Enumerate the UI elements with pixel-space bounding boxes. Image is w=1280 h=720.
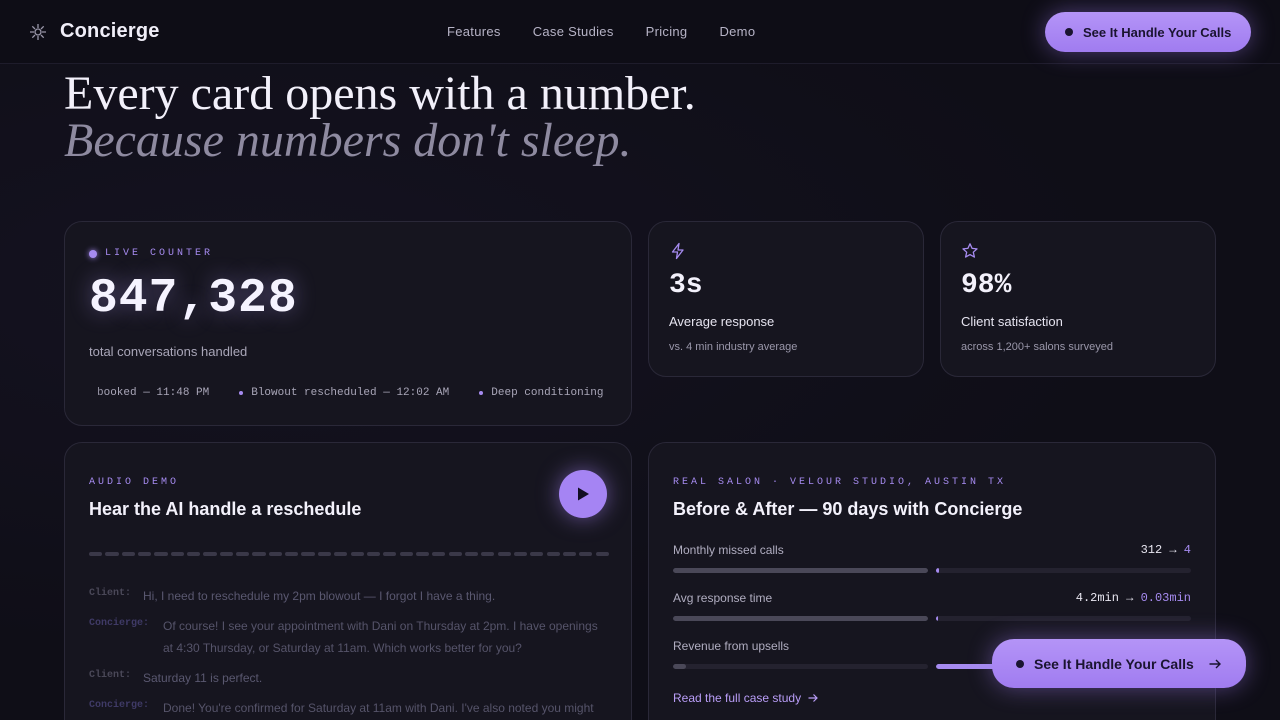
- metric-label: Monthly missed calls: [673, 543, 784, 557]
- case-study-link[interactable]: Read the full case study: [673, 691, 819, 705]
- stat-subtext: vs. 4 min industry average: [669, 341, 798, 353]
- metric-after: 4: [1183, 543, 1191, 557]
- transcript-speaker: Concierge:: [89, 700, 150, 711]
- live-counter-card: LIVE COUNTER 847,328 total conversations…: [64, 221, 632, 426]
- metric-label: Revenue from upsells: [673, 639, 790, 653]
- audio-waveform[interactable]: [89, 552, 609, 556]
- transcript-speaker: Client:: [89, 670, 132, 681]
- transcript-text: Saturday 11 is perfect.: [143, 671, 263, 685]
- bar-before-fill: [673, 568, 928, 573]
- stat-label: Client satisfaction: [961, 314, 1063, 329]
- hero-subheadline: Because numbers don't sleep.: [64, 114, 632, 167]
- arrow-right-icon: [808, 694, 818, 702]
- nav-link-case-studies[interactable]: Case Studies: [533, 24, 614, 39]
- nav-links: Features Case Studies Pricing Demo: [447, 24, 755, 39]
- ticker-item: Blowout rescheduled — 12:02 AM: [239, 385, 449, 401]
- dot-icon: [1065, 28, 1073, 36]
- transcript-speaker: Client:: [89, 588, 132, 599]
- live-dot-icon: [89, 249, 97, 258]
- metric-response-time: Avg response time 4.2min → 0.03min: [673, 591, 1191, 621]
- bar-before-track: [673, 616, 928, 621]
- transcript-line: Concierge: Done! You're confirmed for Sa…: [89, 697, 609, 720]
- cta-label: See It Handle Your Calls: [1034, 655, 1194, 672]
- counter-label: total conversations handled: [89, 344, 248, 359]
- metric-missed-calls: Monthly missed calls 312 → 4: [673, 543, 1191, 573]
- bar-after-track: [936, 568, 1191, 573]
- transcript-line: Client: Hi, I need to reschedule my 2pm …: [89, 585, 609, 607]
- conversation-counter: 847,328: [89, 272, 298, 326]
- dot-icon: [1016, 659, 1024, 668]
- stat-card-satisfaction: 98% Client satisfaction across 1,200+ sa…: [940, 221, 1216, 377]
- brand-logo-icon: [30, 23, 46, 40]
- metric-label: Avg response time: [673, 591, 773, 605]
- audio-demo-eyebrow: AUDIO DEMO: [89, 477, 180, 488]
- nav-link-features[interactable]: Features: [447, 24, 501, 39]
- bar-after-track: [936, 616, 1191, 621]
- audio-demo-title: Hear the AI handle a reschedule: [89, 499, 362, 519]
- nav-link-pricing[interactable]: Pricing: [646, 24, 688, 39]
- brand-name: Concierge: [60, 20, 160, 42]
- case-study-link-label: Read the full case study: [673, 691, 802, 705]
- nav-link-demo[interactable]: Demo: [719, 24, 755, 39]
- play-icon: [578, 487, 589, 501]
- lightning-icon: [671, 242, 684, 260]
- audio-demo-card: AUDIO DEMO Hear the AI handle a reschedu…: [64, 442, 632, 720]
- ticker-fade: [601, 372, 631, 412]
- bar-after-fill: [936, 568, 940, 573]
- transcript-line: Concierge: Of course! I see your appoint…: [89, 615, 609, 659]
- bar-before-fill: [673, 664, 686, 669]
- metric-value: 312 → 4: [1140, 543, 1191, 557]
- ticker-fade: [65, 372, 105, 412]
- stat-card-response: 3s Average response vs. 4 min industry a…: [648, 221, 924, 377]
- brand[interactable]: Concierge: [28, 20, 160, 43]
- cta-button-header[interactable]: See It Handle Your Calls: [1045, 12, 1252, 52]
- metric-after: 0.03min: [1140, 591, 1191, 605]
- live-counter-eyebrow: LIVE COUNTER: [105, 248, 214, 259]
- transcript-line: Client: Saturday 11 is perfect.: [89, 667, 609, 689]
- activity-ticker: booked — 11:48 PM Blowout rescheduled — …: [65, 385, 631, 401]
- stat-value: 98%: [961, 270, 1012, 301]
- transcript-text: Hi, I need to reschedule my 2pm blowout …: [143, 589, 496, 603]
- case-study-title: Before & After — 90 days with Concierge: [673, 499, 1023, 519]
- ticker-item: booked — 11:48 PM: [97, 385, 209, 401]
- metric-value: 4.2min → 0.03min: [1075, 591, 1191, 605]
- arrow-right-icon: [1209, 659, 1221, 668]
- dot-icon: [239, 391, 244, 395]
- audio-transcript: Client: Hi, I need to reschedule my 2pm …: [89, 585, 609, 720]
- ticker-text: booked — 11:48 PM: [97, 387, 210, 399]
- transcript-text: Done! You're confirmed for Saturday at 1…: [163, 701, 594, 715]
- stat-subtext: across 1,200+ salons surveyed: [961, 341, 1113, 353]
- stat-value: 3s: [669, 270, 703, 301]
- live-indicator: LIVE COUNTER: [89, 248, 213, 259]
- bar-before-track: [673, 568, 928, 573]
- transcript-text: Of course! I see your appointment with D…: [163, 619, 598, 655]
- stat-label: Average response: [669, 314, 775, 329]
- bar-before-fill: [673, 616, 928, 621]
- top-navbar: Concierge Features Case Studies Pricing …: [0, 0, 1280, 64]
- star-icon: [962, 243, 978, 258]
- ticker-text: Deep conditioning: [491, 387, 604, 399]
- cta-button-floating[interactable]: See It Handle Your Calls: [992, 639, 1246, 688]
- metric-before: 4.2min: [1075, 591, 1119, 605]
- case-study-eyebrow: REAL SALON · VELOUR STUDIO, AUSTIN TX: [673, 477, 1007, 488]
- ticker-text: Blowout rescheduled — 12:02 AM: [251, 387, 450, 399]
- play-button[interactable]: [559, 470, 607, 518]
- bar-before-track: [673, 664, 928, 669]
- transcript-speaker: Concierge:: [89, 618, 150, 629]
- dot-icon: [479, 391, 484, 395]
- cta-label: See It Handle Your Calls: [1083, 24, 1232, 40]
- bar-after-fill: [936, 616, 939, 621]
- metric-before: 312: [1140, 543, 1163, 557]
- ticker-item: Deep conditioning: [479, 385, 603, 401]
